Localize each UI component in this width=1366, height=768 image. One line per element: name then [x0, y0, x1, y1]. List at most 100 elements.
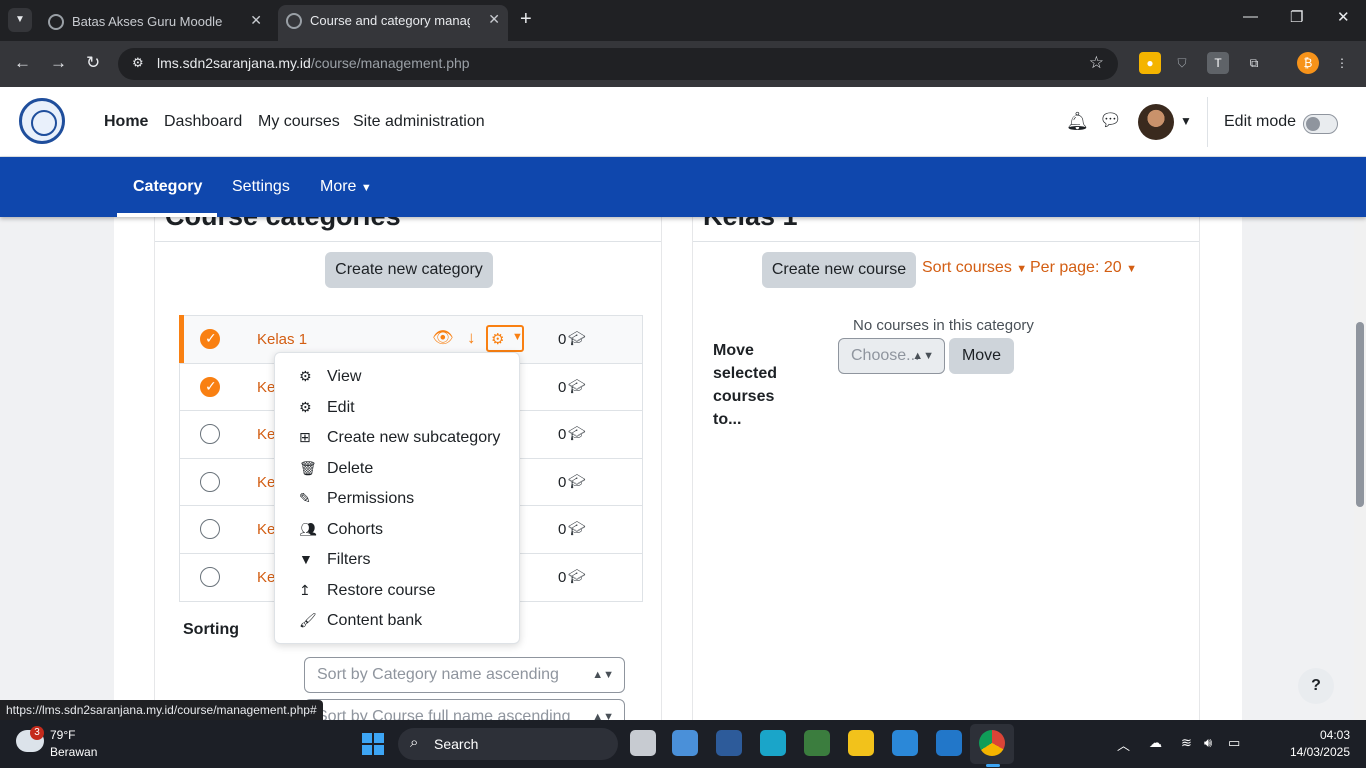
- close-tab-icon[interactable]: ✕: [488, 11, 500, 28]
- edit-mode-toggle[interactable]: [1303, 114, 1338, 134]
- category-name-link[interactable]: Ke: [257, 426, 275, 443]
- menu-item-create-subcategory[interactable]: ⊞ Create new subcategory: [299, 429, 500, 451]
- menu-item-delete[interactable]: 🗑︎ Delete: [299, 460, 373, 482]
- sort-course-select[interactable]: Sort by Course full name ascending ▲▼: [304, 699, 625, 720]
- windows-start-icon[interactable]: [362, 733, 384, 755]
- control-panel-icon[interactable]: [672, 730, 698, 756]
- site-info-icon[interactable]: ⚙: [132, 55, 144, 71]
- new-tab-plus-icon[interactable]: +: [520, 8, 532, 31]
- vscode-icon[interactable]: [936, 730, 962, 756]
- shield-extension-icon[interactable]: ⛉: [1171, 52, 1193, 74]
- reload-icon[interactable]: ↻: [86, 53, 100, 73]
- move-down-arrow-icon[interactable]: ↓: [467, 328, 476, 348]
- gear-icon: ⚙: [491, 331, 505, 348]
- bookmark-star-icon[interactable]: ☆: [1089, 53, 1104, 73]
- school-logo[interactable]: [19, 98, 65, 144]
- start-tile: [362, 745, 372, 755]
- wifi-icon[interactable]: ≋: [1181, 735, 1192, 751]
- category-checkbox[interactable]: [200, 376, 220, 397]
- clock-date[interactable]: 14/03/2025: [1262, 745, 1350, 759]
- move-destination-select[interactable]: Choose... ▲▼: [838, 338, 945, 374]
- nav-my-courses[interactable]: My courses: [258, 113, 340, 131]
- category-checkbox[interactable]: [200, 329, 220, 349]
- weather-badge: 3: [30, 726, 44, 740]
- menu-item-view[interactable]: ⚙ View: [299, 368, 361, 390]
- category-checkbox[interactable]: [200, 519, 220, 539]
- t-extension-icon[interactable]: T: [1207, 52, 1229, 74]
- address-bar[interactable]: ⚙ lms.sdn2saranjana.my.id/course/managem…: [118, 48, 1118, 80]
- category-actions-menu-button[interactable]: ⚙ ▼: [486, 325, 524, 352]
- extensions-puzzle-icon[interactable]: ⧉: [1243, 52, 1265, 74]
- tab-category[interactable]: Category: [133, 178, 202, 196]
- close-window-icon[interactable]: ✕: [1337, 8, 1350, 26]
- sort-category-select[interactable]: Sort by Category name ascending ▲▼: [304, 657, 625, 693]
- file-explorer-icon[interactable]: [848, 730, 874, 756]
- menu-item-restore-course[interactable]: ↥ Restore course: [299, 582, 436, 604]
- eye-icon[interactable]: 👁︎: [432, 328, 454, 348]
- category-checkbox[interactable]: [200, 566, 220, 587]
- nav-dashboard[interactable]: Dashboard: [164, 113, 242, 131]
- menu-item-edit[interactable]: ⚙ Edit: [299, 399, 355, 421]
- moodle-favicon-icon: [48, 14, 64, 30]
- toggle-knob: [1306, 117, 1320, 131]
- scrollbar-thumb[interactable]: [1356, 322, 1364, 507]
- help-button[interactable]: ?: [1298, 668, 1334, 704]
- menu-item-filters[interactable]: ▼ Filters: [299, 551, 371, 573]
- category-name-link[interactable]: Ke: [257, 474, 275, 491]
- restore-window-icon[interactable]: ❐: [1290, 8, 1303, 26]
- bitcoin-extension-icon[interactable]: ₿: [1297, 52, 1319, 74]
- browser-tab-2-active[interactable]: Course and category managem ✕: [278, 5, 508, 41]
- category-checkbox[interactable]: [200, 471, 220, 492]
- category-name-link[interactable]: Ke: [257, 521, 275, 538]
- browser-tab-1[interactable]: Batas Akses Guru Moodle ✕: [40, 6, 270, 35]
- tab-title: Batas Akses Guru Moodle: [72, 14, 223, 29]
- volume-icon[interactable]: 🔊︎: [1204, 735, 1212, 751]
- filter-icon: ▼: [299, 551, 313, 567]
- show-hidden-icons-chevron-icon[interactable]: ︿: [1117, 735, 1130, 754]
- power-app-icon[interactable]: [760, 730, 786, 756]
- category-name-link[interactable]: Ke: [257, 379, 275, 396]
- minimize-icon[interactable]: —: [1243, 8, 1258, 25]
- tab-settings[interactable]: Settings: [232, 178, 290, 196]
- graduation-cap-icon: 🎓︎: [568, 330, 586, 346]
- virtualbox-icon[interactable]: [716, 730, 742, 756]
- create-new-category-button[interactable]: Create new category: [325, 252, 493, 288]
- menu-item-permissions[interactable]: ✎ Permissions: [299, 490, 414, 512]
- task-view-icon[interactable]: [630, 730, 656, 756]
- onedrive-icon[interactable]: ☁: [1149, 735, 1162, 751]
- create-new-course-button[interactable]: Create new course: [762, 252, 916, 288]
- notification-bell-icon[interactable]: 🔔︎: [1066, 111, 1089, 132]
- per-page-dropdown[interactable]: Per page: 20 ▼: [1030, 259, 1137, 277]
- taskbar-search[interactable]: ⌕ Search: [398, 728, 618, 760]
- snipping-tool-icon[interactable]: [804, 730, 830, 756]
- battery-icon[interactable]: ▭: [1228, 735, 1240, 751]
- sorting-label: Sorting: [183, 621, 239, 638]
- back-arrow-icon[interactable]: ←: [14, 53, 31, 73]
- nav-site-administration[interactable]: Site administration: [353, 113, 485, 131]
- page-scrollbar[interactable]: [1354, 217, 1366, 720]
- brush-icon: 🖌︎: [299, 612, 317, 628]
- close-tab-icon[interactable]: ✕: [250, 12, 262, 29]
- weather-description[interactable]: Berawan: [50, 745, 97, 759]
- active-app-indicator: [986, 764, 1000, 767]
- messages-chat-icon[interactable]: 💬︎: [1099, 110, 1122, 131]
- menu-item-cohorts[interactable]: 👥︎ Cohorts: [299, 521, 383, 543]
- browser-menu-icon[interactable]: ⋮: [1331, 52, 1353, 74]
- chevron-down-icon[interactable]: ▼: [1180, 114, 1192, 128]
- category-name-link[interactable]: Ke: [257, 569, 275, 586]
- tab-more[interactable]: More ▼: [320, 178, 372, 196]
- move-button[interactable]: Move: [949, 338, 1014, 374]
- clock-time[interactable]: 04:03: [1290, 728, 1350, 742]
- category-name-link[interactable]: Kelas 1: [257, 331, 307, 348]
- extension-icon[interactable]: ●: [1139, 52, 1161, 74]
- user-avatar[interactable]: [1138, 104, 1174, 140]
- tab-search-button[interactable]: ▼: [8, 8, 32, 32]
- menu-item-content-bank[interactable]: 🖌︎ Content bank: [299, 612, 422, 634]
- category-checkbox[interactable]: [200, 424, 220, 444]
- menu-item-label: View: [327, 368, 362, 385]
- cloud-app-icon[interactable]: [892, 730, 918, 756]
- nav-home[interactable]: Home: [104, 113, 148, 131]
- weather-temperature[interactable]: 79°F: [50, 728, 75, 742]
- sort-courses-dropdown[interactable]: Sort courses ▼: [922, 259, 1027, 277]
- forward-arrow-icon[interactable]: →: [50, 53, 67, 73]
